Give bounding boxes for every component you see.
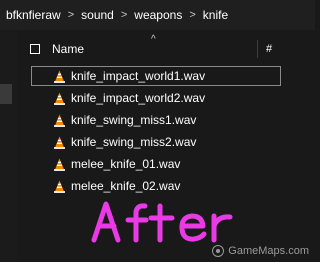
- column-header-name[interactable]: Name: [52, 42, 257, 56]
- file-row[interactable]: knife_swing_miss2.wav: [31, 132, 281, 152]
- vlc-cone-icon: [54, 158, 65, 171]
- file-row[interactable]: knife_impact_world2.wav: [31, 88, 281, 108]
- vlc-cone-icon: [54, 114, 65, 127]
- file-list: knife_impact_world1.wav knife_impact_wor…: [31, 66, 281, 198]
- breadcrumb-separator: >: [67, 9, 75, 21]
- vlc-cone-icon: [54, 92, 65, 105]
- file-row[interactable]: knife_swing_miss1.wav: [31, 110, 281, 130]
- watermark-text: GameMaps.com: [228, 245, 309, 257]
- breadcrumb-item-weapons[interactable]: weapons: [134, 8, 182, 22]
- file-row[interactable]: melee_knife_02.wav: [31, 176, 281, 196]
- column-header-row: Name #: [30, 40, 302, 58]
- column-divider[interactable]: [257, 40, 258, 58]
- gamemaps-watermark: GameMaps.com: [212, 245, 309, 257]
- file-name: melee_knife_01.wav: [71, 157, 181, 171]
- breadcrumb-item-bfknfieraw[interactable]: bfknfieraw: [6, 8, 61, 22]
- navigation-pane: [0, 30, 18, 262]
- navigation-pane-selected-item[interactable]: [0, 84, 12, 104]
- file-name: knife_swing_miss1.wav: [71, 113, 197, 127]
- vlc-cone-icon: [54, 180, 65, 193]
- file-row[interactable]: knife_impact_world1.wav: [31, 66, 281, 86]
- file-name: knife_swing_miss2.wav: [71, 135, 197, 149]
- breadcrumb-item-sound[interactable]: sound: [81, 8, 114, 22]
- breadcrumb: bfknfieraw > sound > weapons > knife: [0, 0, 315, 30]
- file-name: knife_impact_world2.wav: [71, 91, 206, 105]
- breadcrumb-item-knife[interactable]: knife: [203, 8, 228, 22]
- select-all-checkbox[interactable]: [30, 44, 40, 54]
- gamemaps-logo-icon: [212, 245, 225, 257]
- file-row[interactable]: melee_knife_01.wav: [31, 154, 281, 174]
- file-name: knife_impact_world1.wav: [71, 69, 206, 83]
- vlc-cone-icon: [54, 136, 65, 149]
- column-header-number[interactable]: #: [266, 43, 272, 55]
- handwritten-after-annotation: [91, 201, 233, 243]
- vlc-cone-icon: [54, 70, 65, 83]
- file-name: melee_knife_02.wav: [71, 179, 181, 193]
- breadcrumb-separator: >: [120, 9, 128, 21]
- breadcrumb-separator: >: [189, 9, 196, 21]
